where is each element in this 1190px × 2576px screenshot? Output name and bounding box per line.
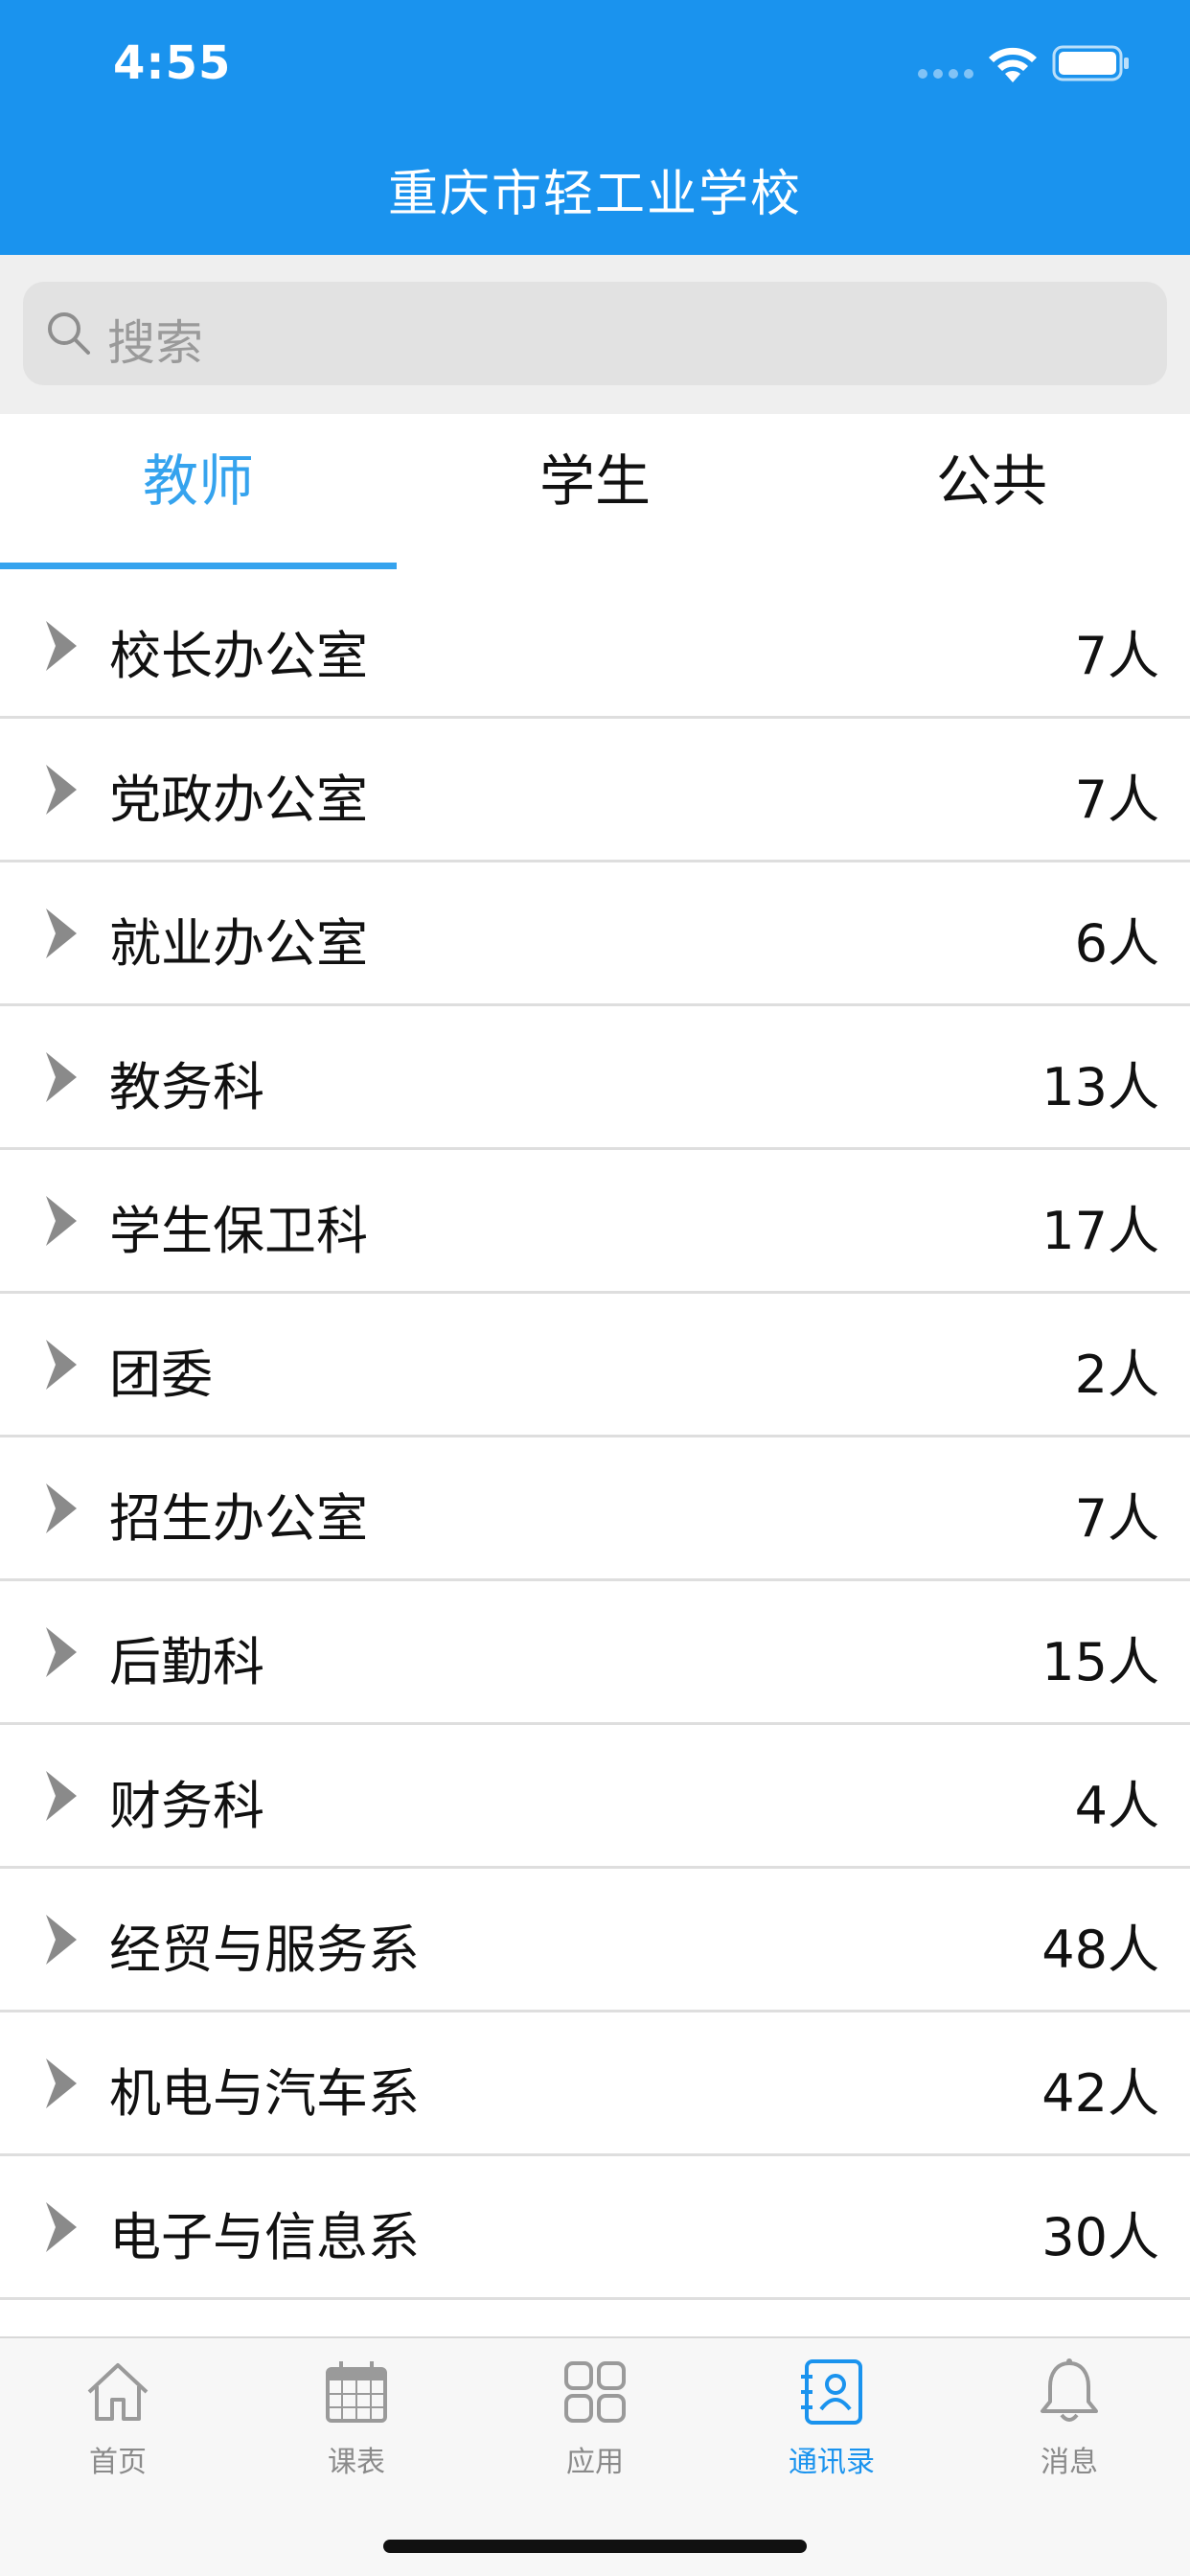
tabbar-home[interactable]: 首页: [41, 2356, 195, 2499]
member-count: 42人: [1041, 2063, 1159, 2124]
chevron-right-icon: [46, 1627, 77, 1677]
tabbar-label: 首页: [89, 2446, 147, 2479]
department-name: 后勤科: [109, 1632, 264, 1692]
tabbar-apps[interactable]: 应用: [518, 2356, 672, 2499]
list-item[interactable]: 经贸与服务系 48人: [0, 1869, 1190, 2012]
department-name: 教务科: [109, 1057, 264, 1117]
tabbar-label: 应用: [566, 2446, 624, 2479]
tab-public[interactable]: 公共: [793, 414, 1190, 575]
chevron-right-icon: [46, 1196, 77, 1246]
chevron-right-icon: [46, 621, 77, 671]
chevron-right-icon: [46, 908, 77, 958]
chevron-right-icon: [46, 765, 77, 815]
search-placeholder: 搜索: [107, 315, 203, 371]
list-item[interactable]: 教务科 13人: [0, 1006, 1190, 1150]
member-count: 30人: [1041, 2207, 1159, 2267]
department-list: 校长办公室 7人 党政办公室 7人 就业办公室 6人 教务科 13人 学生保卫科…: [0, 575, 1190, 2300]
list-item[interactable]: 机电与汽车系 42人: [0, 2012, 1190, 2156]
department-name: 财务科: [109, 1776, 264, 1836]
list-item[interactable]: 学生保卫科 17人: [0, 1150, 1190, 1294]
search-input[interactable]: 搜索: [23, 282, 1167, 385]
tabbar-messages[interactable]: 消息: [993, 2356, 1146, 2499]
chevron-right-icon: [46, 2058, 77, 2108]
member-count: 13人: [1041, 1057, 1159, 1117]
segment-tabs: 教师 学生 公共: [0, 414, 1190, 575]
tabbar-label: 通讯录: [789, 2446, 875, 2479]
tabbar-schedule[interactable]: 课表: [280, 2356, 433, 2499]
member-count: 2人: [1074, 1345, 1159, 1405]
battery-icon: [1052, 45, 1129, 81]
wifi-icon: [989, 47, 1037, 82]
tabbar-label: 消息: [1041, 2446, 1098, 2479]
member-count: 15人: [1041, 1632, 1159, 1692]
tabbar-label: 课表: [328, 2446, 385, 2479]
member-count: 7人: [1074, 1488, 1159, 1549]
member-count: 7人: [1074, 770, 1159, 830]
department-name: 招生办公室: [109, 1488, 368, 1549]
department-name: 党政办公室: [109, 770, 368, 830]
list-item[interactable]: 招生办公室 7人: [0, 1438, 1190, 1581]
chevron-right-icon: [46, 1484, 77, 1533]
department-name: 校长办公室: [109, 626, 368, 686]
list-item[interactable]: 团委 2人: [0, 1294, 1190, 1438]
top-bar: 4:55 重庆市轻工业学校: [0, 0, 1190, 255]
tab-students[interactable]: 学生: [397, 414, 793, 575]
calendar-icon: [326, 2361, 387, 2423]
member-count: 7人: [1074, 626, 1159, 686]
list-item[interactable]: 就业办公室 6人: [0, 862, 1190, 1006]
chevron-right-icon: [46, 1052, 77, 1102]
department-name: 电子与信息系: [109, 2207, 420, 2267]
home-indicator[interactable]: [383, 2540, 807, 2553]
apps-grid-icon: [564, 2361, 626, 2423]
page-title: 重庆市轻工业学校: [387, 166, 802, 223]
contacts-icon: [801, 2359, 862, 2425]
member-count: 6人: [1074, 913, 1159, 974]
tabbar-contacts[interactable]: 通讯录: [755, 2356, 908, 2499]
list-item[interactable]: 校长办公室 7人: [0, 575, 1190, 719]
bell-icon: [1041, 2358, 1098, 2422]
member-count: 17人: [1041, 1201, 1159, 1261]
home-icon: [87, 2363, 149, 2421]
chevron-right-icon: [46, 1340, 77, 1390]
list-item[interactable]: 后勤科 15人: [0, 1581, 1190, 1725]
department-name: 团委: [109, 1345, 213, 1405]
department-name: 经贸与服务系: [109, 1920, 420, 1980]
chevron-right-icon: [46, 2202, 77, 2252]
member-count: 4人: [1074, 1776, 1159, 1836]
search-area: 搜索: [0, 255, 1190, 414]
tab-teachers[interactable]: 教师: [0, 414, 397, 575]
cellular-signal-icon: [918, 69, 975, 79]
status-time: 4:55: [113, 36, 232, 90]
department-name: 机电与汽车系: [109, 2063, 420, 2124]
search-icon: [48, 312, 90, 355]
department-name: 学生保卫科: [109, 1201, 368, 1261]
member-count: 48人: [1041, 1920, 1159, 1980]
list-item[interactable]: 电子与信息系 30人: [0, 2156, 1190, 2300]
list-item[interactable]: 党政办公室 7人: [0, 719, 1190, 862]
list-item[interactable]: 财务科 4人: [0, 1725, 1190, 1869]
chevron-right-icon: [46, 1915, 77, 1965]
chevron-right-icon: [46, 1771, 77, 1821]
department-name: 就业办公室: [109, 913, 368, 974]
